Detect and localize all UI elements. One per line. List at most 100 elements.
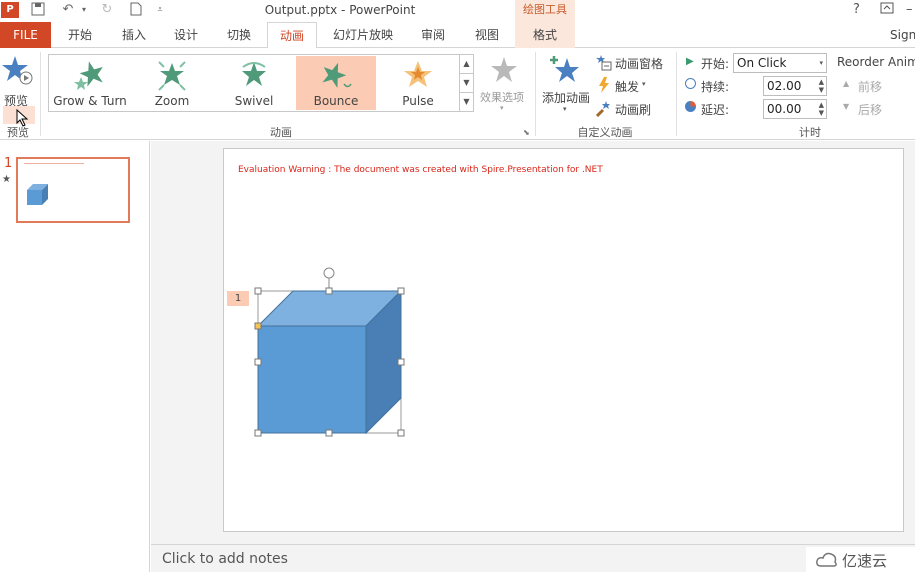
adjustment-handle[interactable] <box>254 322 262 330</box>
animation-painter-label: 动画刷 <box>615 103 652 117</box>
animation-pane-button[interactable]: 动画窗格 <box>596 54 668 72</box>
lightning-icon <box>599 77 609 93</box>
arrow-up-icon: ▲ <box>843 79 850 88</box>
separator <box>535 52 536 136</box>
animation-label: Pulse <box>402 94 434 108</box>
chevron-down-icon: ▾ <box>500 104 504 112</box>
duration-label: 持续: <box>701 80 730 94</box>
delay-label: 延迟: <box>701 103 730 117</box>
effect-options-button[interactable]: 效果选项 ▾ <box>478 54 530 120</box>
spinner-down-icon[interactable]: ▼ <box>819 86 824 94</box>
move-later-label: 后移 <box>858 103 883 117</box>
watermark-text: 亿速云 <box>842 552 888 570</box>
arrow-down-icon: ▼ <box>843 102 850 111</box>
swivel-star-icon <box>242 62 266 86</box>
animation-bounce[interactable]: Bounce <box>296 56 376 110</box>
animation-label: Bounce <box>313 94 359 108</box>
tab-home[interactable]: 开始 <box>58 22 102 48</box>
grow-turn-star-icon <box>74 61 103 90</box>
spinner-up-icon[interactable]: ▲ <box>819 78 824 86</box>
editing-canvas: Evaluation Warning : The document was cr… <box>151 141 915 544</box>
spinner-down-icon[interactable]: ▼ <box>819 109 824 117</box>
thumbnail-cube <box>27 184 48 205</box>
separator <box>676 52 677 136</box>
tab-view[interactable]: 视图 <box>465 22 509 48</box>
timing-group-label: 计时 <box>799 126 821 139</box>
tab-animations[interactable]: 动画 <box>267 22 317 49</box>
tab-insert[interactable]: 插入 <box>112 22 156 48</box>
add-animation-button[interactable]: 添加动画 ▾ <box>539 52 593 120</box>
move-earlier-button[interactable]: ▲ 前移 <box>843 78 903 94</box>
duration-input[interactable]: 02.00 ▲ ▼ <box>763 76 827 96</box>
animation-star-icon: ★ <box>2 174 11 185</box>
tab-design[interactable]: 设计 <box>164 22 208 48</box>
drawing-tools-header: 绘图工具 <box>515 0 575 22</box>
slide-thumbnail[interactable] <box>16 157 130 223</box>
gallery-more-icon[interactable]: ▼ <box>460 93 473 112</box>
animation-label: Swivel <box>234 94 274 108</box>
move-later-button[interactable]: ▼ 后移 <box>843 101 903 117</box>
animation-pane-label: 动画窗格 <box>615 57 664 71</box>
add-animation-star-icon <box>550 56 579 82</box>
clock-icon <box>685 78 696 89</box>
evaluation-warning: Evaluation Warning : The document was cr… <box>238 165 603 175</box>
preview-star-icon <box>2 56 33 85</box>
pulse-star-icon <box>404 61 432 87</box>
animation-swivel[interactable]: Swivel <box>214 56 294 110</box>
ribbon-tabs: FILE 开始 插入 设计 切换 动画 幻灯片放映 审阅 视图 格式 Sign <box>0 22 915 49</box>
start-dropdown[interactable]: On Click ▾ <box>733 53 827 73</box>
rotate-handle-icon[interactable] <box>323 267 335 279</box>
chevron-down-icon: ▾ <box>563 105 567 113</box>
delay-icon <box>685 101 696 112</box>
animation-gallery: Grow & Turn Zoom Swivel Bounce Pulse <box>48 54 460 112</box>
bounce-star-icon <box>322 62 352 89</box>
cloud-logo-icon <box>816 552 837 567</box>
zoom-star-icon <box>158 61 186 91</box>
animation-pane-icon <box>596 55 612 71</box>
start-label: 开始: <box>701 57 730 71</box>
add-animation-label: 添加动画 <box>542 91 591 105</box>
delay-value: 00.00 <box>767 102 802 116</box>
separator <box>40 52 41 136</box>
custom-animation-group-label: 自定义动画 <box>577 126 633 139</box>
document-title: Output.pptx - PowerPoint <box>264 3 416 17</box>
tab-review[interactable]: 审阅 <box>411 22 455 48</box>
slide-thumbnail-panel: 1 ★ <box>0 141 150 572</box>
chevron-down-icon: ▾ <box>642 80 646 88</box>
play-icon: ▶ <box>686 56 694 67</box>
notes-pane[interactable]: Click to add notes <box>151 544 915 572</box>
tab-slideshow[interactable]: 幻灯片放映 <box>326 22 400 48</box>
minimize-icon[interactable]: – <box>906 2 913 17</box>
animation-grow-turn[interactable]: Grow & Turn <box>50 56 130 110</box>
animation-label: Grow & Turn <box>53 94 127 108</box>
spinner-up-icon[interactable]: ▲ <box>819 101 824 109</box>
animation-zoom[interactable]: Zoom <box>132 56 212 110</box>
gallery-scroll-down-icon[interactable]: ▼ <box>460 74 473 93</box>
dialog-launcher-icon[interactable]: ⬊ <box>523 128 530 137</box>
effect-options-label: 效果选项 <box>480 91 524 104</box>
notes-placeholder: Click to add notes <box>162 551 288 567</box>
effect-options-star-icon <box>491 57 517 82</box>
delay-input[interactable]: 00.00 ▲ ▼ <box>763 99 827 119</box>
animation-painter-button[interactable]: 动画刷 <box>596 100 660 118</box>
tab-format[interactable]: 格式 <box>520 22 570 48</box>
chevron-down-icon: ▾ <box>819 59 823 67</box>
ribbon: 预览 预览 Grow & Turn Zoom Swivel Bounce Pul… <box>0 48 915 140</box>
sign-in-link[interactable]: Sign <box>890 22 915 48</box>
title-bar: P ↶ ▾ ↻ ⩡ Output.pptx - PowerPoint 绘图工具 … <box>0 0 915 22</box>
animation-order-tag[interactable]: 1 <box>227 291 249 306</box>
cube-shape[interactable] <box>249 261 411 441</box>
watermark: 亿速云 <box>806 547 915 572</box>
tab-transitions[interactable]: 切换 <box>217 22 261 48</box>
trigger-label: 触发 <box>615 80 640 94</box>
gallery-scroll-up-icon[interactable]: ▲ <box>460 55 473 74</box>
slide-number: 1 <box>4 156 13 171</box>
duration-value: 02.00 <box>767 79 802 93</box>
help-button[interactable]: ? <box>853 2 860 17</box>
file-tab[interactable]: FILE <box>0 22 51 48</box>
reorder-animation-label: Reorder Anima <box>837 55 915 69</box>
animation-pulse[interactable]: Pulse <box>378 56 458 110</box>
trigger-button[interactable]: 触发 ▾ <box>596 77 656 95</box>
animation-painter-icon <box>596 101 610 117</box>
ribbon-display-options-icon[interactable] <box>880 2 894 18</box>
